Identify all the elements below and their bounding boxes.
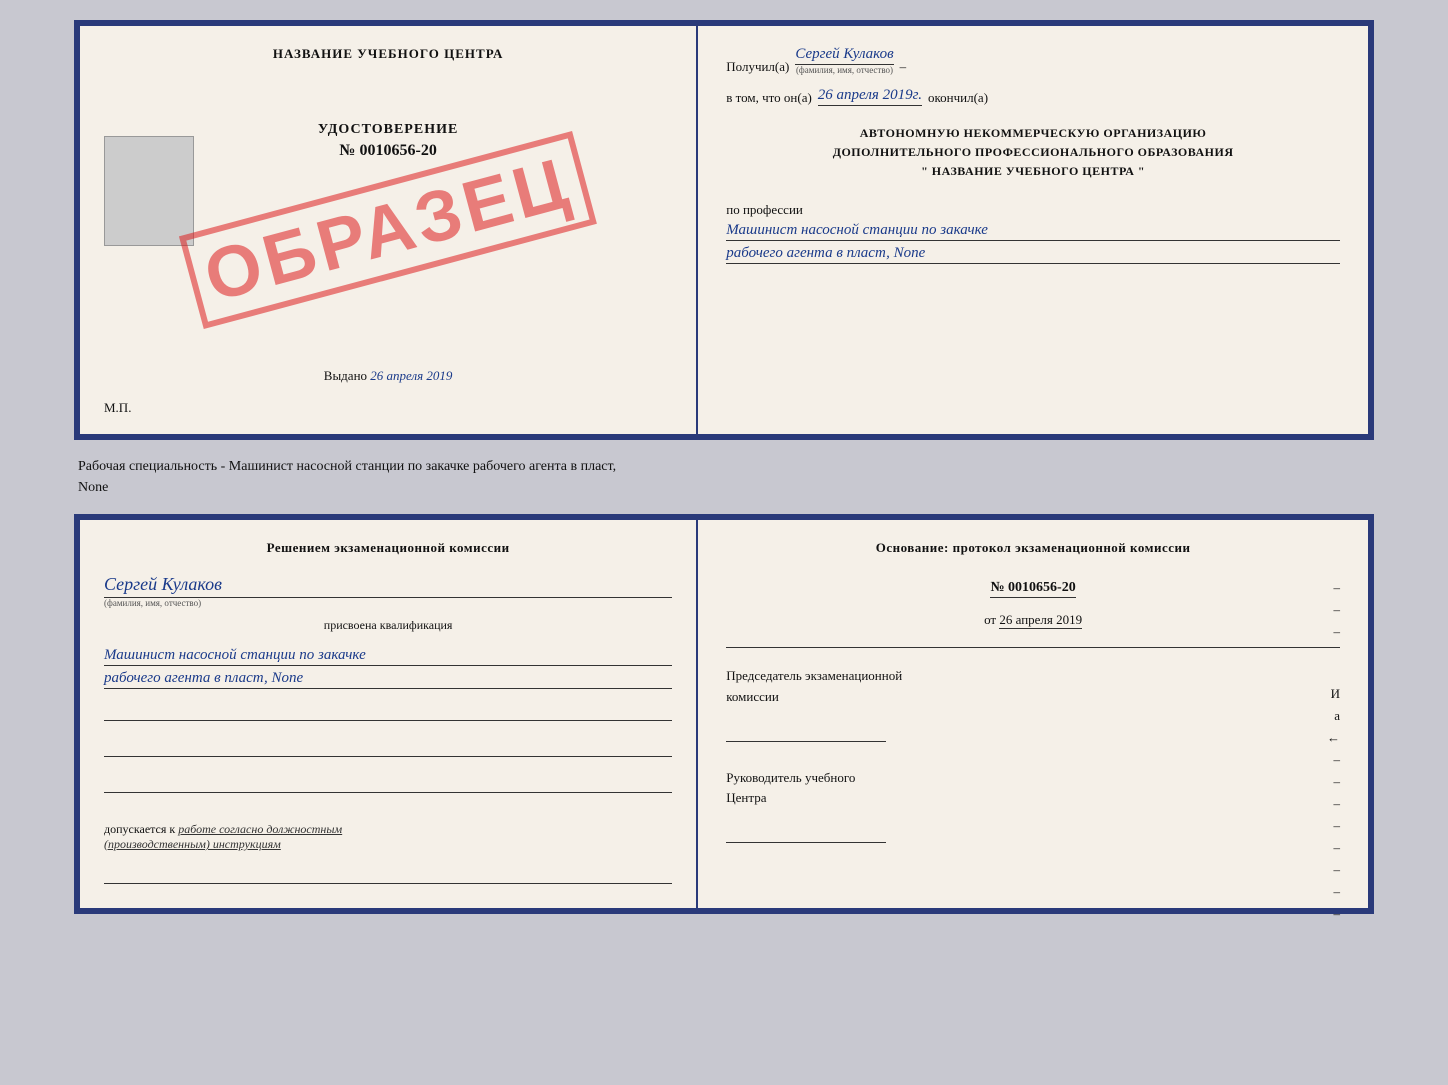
osnov-line: Основание: протокол экзаменационной коми… [726, 540, 1340, 556]
udostoverenie-block: УДОСТОВЕРЕНИЕ № 0010656-20 [318, 122, 458, 160]
po-professii-text: по профессии [726, 202, 803, 217]
qual-line2: рабочего агента в пласт, None [104, 670, 672, 689]
qual-line1: Машинист насосной станции по закачке [104, 647, 672, 666]
dash-8: – [1327, 774, 1340, 790]
udostoverenie-num: № 0010656-20 [318, 142, 458, 160]
dopuskaetsya-label: допускается к [104, 822, 175, 836]
dash-13: – [1327, 884, 1340, 900]
dash-3: – [1327, 624, 1340, 640]
top-doc-left: НАЗВАНИЕ УЧЕБНОГО ЦЕНТРА УДОСТОВЕРЕНИЕ №… [80, 26, 698, 434]
ot-date: 26 апреля 2019 [999, 612, 1082, 629]
tsentr-label: Центра [726, 788, 1340, 809]
bottom-document: Решением экзаменационной комиссии Сергей… [74, 514, 1374, 914]
photo-placeholder [104, 136, 194, 246]
predsedatel-block: Председатель экзаменационной комиссии [726, 666, 1340, 746]
blank-line-2 [104, 739, 672, 757]
bottom-doc-right: Основание: протокол экзаменационной коми… [698, 520, 1368, 908]
poluchil-line: Получил(а) Сергей Кулаков (фамилия, имя,… [726, 46, 1340, 75]
dopuskaetsya-block: допускается к работе согласно должностны… [104, 822, 672, 852]
predsedatel-signature-line [726, 724, 886, 742]
vtom-date: 26 апреля 2019г. [818, 87, 922, 106]
subtitle-line1: Рабочая специальность - Машинист насосно… [78, 459, 616, 474]
prof-line2: рабочего агента в пласт, None [726, 245, 1340, 264]
separator-line [726, 646, 1340, 648]
okonchil-label: окончил(а) [928, 90, 988, 106]
blank-line-1 [104, 703, 672, 721]
bottom-name-hint: (фамилия, имя, отчество) [104, 598, 672, 608]
obrazec-stamp: ОБРАЗЕЦ [179, 131, 597, 329]
vtom-label: в том, что он(а) [726, 90, 812, 106]
blank-line-4 [104, 866, 672, 884]
prof-line1: Машинист насосной станции по закачке [726, 222, 1340, 241]
rukovoditel-signature-line [726, 825, 886, 843]
poluchil-label: Получил(а) [726, 59, 789, 75]
rukovoditel-block: Руководитель учебного Центра [726, 768, 1340, 848]
org-line3: " НАЗВАНИЕ УЧЕБНОГО ЦЕНТРА " [726, 162, 1340, 181]
vydano-date: 26 апреля 2019 [370, 368, 452, 383]
dash-4: И [1327, 686, 1340, 702]
familiya-hint: (фамилия, имя, отчество) [796, 65, 893, 75]
dash-11: – [1327, 840, 1340, 856]
dash-9: – [1327, 796, 1340, 812]
dash-1: – [1327, 580, 1340, 596]
dash-6: ← [1327, 730, 1340, 746]
rukovoditel-label: Руководитель учебного [726, 768, 1340, 789]
ot-line: от 26 апреля 2019 [726, 612, 1340, 628]
org-line1: АВТОНОМНУЮ НЕКОММЕРЧЕСКУЮ ОРГАНИЗАЦИЮ [726, 124, 1340, 143]
predsedatel-label: Председатель экзаменационной [726, 666, 1340, 687]
vtom-line: в том, что он(а) 26 апреля 2019г. окончи… [726, 87, 1340, 106]
dash-12: – [1327, 862, 1340, 878]
dash-7: – [1327, 752, 1340, 768]
po-professii-label: по профессии Машинист насосной станции п… [726, 202, 1340, 264]
komissia-label: комиссии [726, 687, 1340, 708]
mp-label: М.П. [104, 400, 131, 416]
poluchil-name: Сергей Кулаков [795, 46, 893, 65]
org-block: АВТОНОМНУЮ НЕКОММЕРЧЕСКУЮ ОРГАНИЗАЦИЮ ДО… [726, 124, 1340, 182]
protocol-num: № 0010656-20 [990, 580, 1075, 598]
subtitle-text: Рабочая специальность - Машинист насосно… [74, 456, 1374, 498]
vydano-line: Выдано 26 апреля 2019 [324, 368, 453, 384]
top-document: НАЗВАНИЕ УЧЕБНОГО ЦЕНТРА УДОСТОВЕРЕНИЕ №… [74, 20, 1374, 440]
resheniem-title: Решением экзаменационной комиссии [104, 540, 672, 556]
subtitle-line2: None [78, 480, 108, 495]
bottom-name: Сергей Кулаков [104, 574, 672, 598]
qual-block: Машинист насосной станции по закачке раб… [104, 643, 672, 689]
top-left-title: НАЗВАНИЕ УЧЕБНОГО ЦЕНТРА [273, 46, 504, 62]
udostoverenie-title: УДОСТОВЕРЕНИЕ [318, 122, 458, 138]
dash-5: а [1327, 708, 1340, 724]
blank-line-3 [104, 775, 672, 793]
vydano-label: Выдано [324, 368, 367, 383]
dash-2: – [1327, 602, 1340, 618]
right-side-dashes: – – – И а ← – – – – – – – – [1327, 580, 1340, 922]
dash-14: – [1327, 906, 1340, 922]
prisvoena-label: присвоена квалификация [104, 618, 672, 633]
top-doc-right: Получил(а) Сергей Кулаков (фамилия, имя,… [698, 26, 1368, 434]
bottom-doc-left: Решением экзаменационной комиссии Сергей… [80, 520, 698, 908]
ot-label: от [984, 612, 996, 627]
dash-after-name: – [900, 59, 907, 75]
org-line2: ДОПОЛНИТЕЛЬНОГО ПРОФЕССИОНАЛЬНОГО ОБРАЗО… [726, 143, 1340, 162]
dash-10: – [1327, 818, 1340, 834]
